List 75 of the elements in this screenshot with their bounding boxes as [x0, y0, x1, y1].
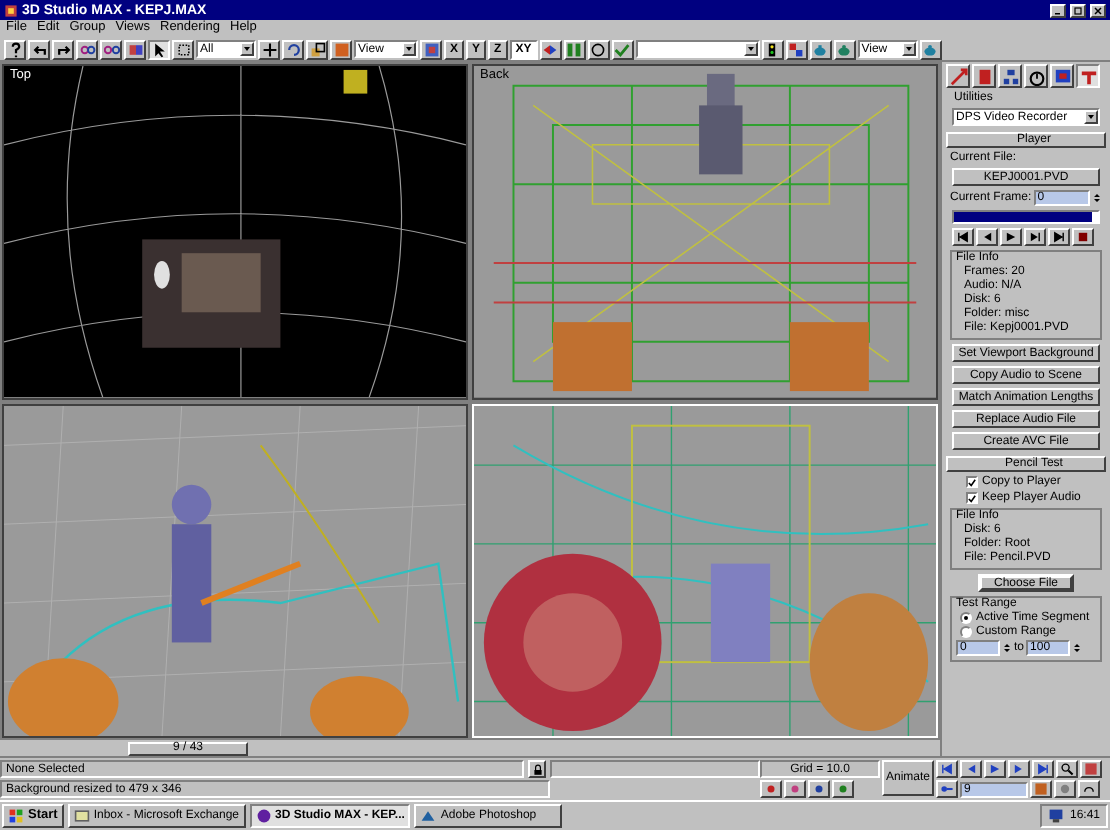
- lock-button[interactable]: [528, 760, 546, 778]
- dropdown-arrow-icon: [242, 44, 252, 54]
- go-to-end-icon: [1036, 762, 1050, 776]
- playback-button[interactable]: [1056, 760, 1078, 778]
- link-icon: [79, 41, 95, 57]
- close-icon: [1092, 5, 1104, 15]
- hierarchy-icon: [1001, 67, 1019, 85]
- check-icon: [614, 41, 631, 57]
- snap-button[interactable]: [784, 780, 806, 798]
- teapot-icon: [812, 41, 829, 57]
- toolbar-button[interactable]: [148, 39, 170, 59]
- player-button[interactable]: [1000, 228, 1022, 246]
- rotate-icon: [285, 41, 301, 57]
- question-icon: [7, 41, 23, 57]
- playback-button[interactable]: [1080, 760, 1102, 778]
- maximize-icon: [1072, 5, 1084, 15]
- checkbox[interactable]: [966, 476, 978, 488]
- monitor-icon: [1047, 808, 1064, 824]
- player-button[interactable]: [1072, 228, 1094, 246]
- app-icon: [4, 3, 18, 17]
- playback-button[interactable]: [1008, 760, 1030, 778]
- circle-icon: [255, 808, 272, 824]
- checkbox[interactable]: [966, 492, 978, 504]
- arc-rotate-icon: [1082, 782, 1096, 796]
- view-control-button[interactable]: [1078, 780, 1100, 798]
- named-selection-field[interactable]: [635, 40, 760, 58]
- playback-button[interactable]: [960, 760, 982, 778]
- close-button[interactable]: [1090, 3, 1106, 17]
- go-to-start-icon: [940, 762, 954, 776]
- dropdown-arrow-icon: [1086, 112, 1096, 122]
- square-icon: [175, 41, 191, 57]
- playback-button[interactable]: [1032, 760, 1054, 778]
- radio-button[interactable]: [960, 626, 972, 638]
- snap-button[interactable]: [832, 780, 854, 798]
- lock-icon: [531, 763, 543, 775]
- previous-frame-icon: [980, 230, 994, 244]
- dropdown-arrow-icon: [903, 44, 914, 54]
- radio-button[interactable]: [960, 612, 972, 624]
- redo-icon: [55, 41, 71, 57]
- player-button[interactable]: [952, 228, 974, 246]
- go-to-end-icon: [1052, 230, 1066, 244]
- player-button[interactable]: [1048, 228, 1070, 246]
- play-icon: [1004, 230, 1018, 244]
- zoom-icon: [1060, 762, 1074, 776]
- dropdown-arrow-icon: [745, 44, 756, 54]
- triangle-icon: [420, 808, 437, 824]
- envelope-icon: [73, 808, 90, 824]
- panel-tab[interactable]: [1076, 64, 1100, 88]
- panel-tab[interactable]: [946, 64, 970, 88]
- next-frame-icon: [1012, 762, 1026, 776]
- minimize-button[interactable]: [1050, 3, 1066, 17]
- record-icon: [1076, 230, 1090, 244]
- snap-button[interactable]: [760, 780, 782, 798]
- playback-button[interactable]: [936, 760, 958, 778]
- player-button[interactable]: [976, 228, 998, 246]
- windows-logo-icon: [8, 808, 24, 824]
- dropdown-arrow-icon: [404, 44, 414, 54]
- maximize-button[interactable]: [1070, 3, 1086, 17]
- key-mode-button[interactable]: [936, 780, 958, 798]
- play-icon: [988, 762, 1002, 776]
- go-to-start-icon: [956, 230, 970, 244]
- previous-frame-icon: [964, 762, 978, 776]
- player-button[interactable]: [1024, 228, 1046, 246]
- undo-icon: [31, 41, 47, 57]
- move-icon: [261, 41, 277, 57]
- toolbar-button[interactable]: [258, 39, 280, 59]
- view-control-button[interactable]: [1030, 780, 1052, 798]
- traffic-light-icon: [764, 41, 781, 57]
- view-control-button[interactable]: [1054, 780, 1076, 798]
- playback-button[interactable]: [984, 760, 1006, 778]
- key-icon: [940, 782, 954, 796]
- next-frame-icon: [1028, 230, 1042, 244]
- snap-button[interactable]: [808, 780, 830, 798]
- mirror-icon: [542, 41, 559, 57]
- cursor-icon: [151, 41, 167, 57]
